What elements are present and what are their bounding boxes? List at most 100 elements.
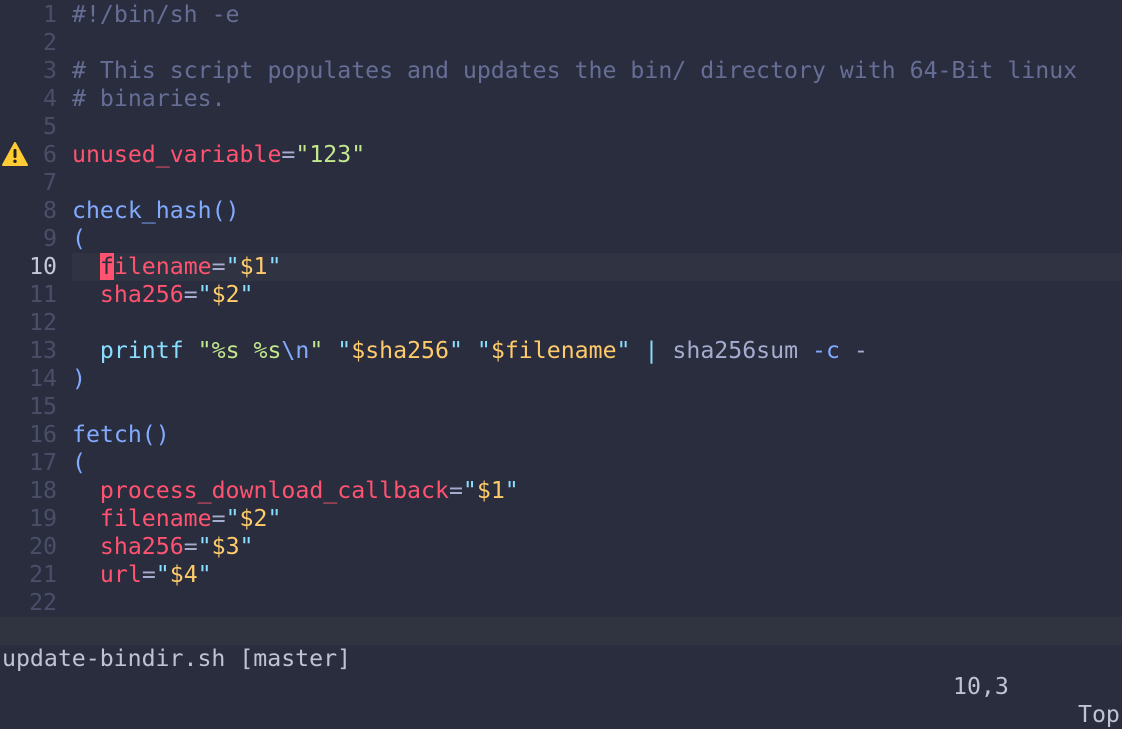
line-text[interactable]: fetch() [72,421,1122,449]
line-text[interactable]: ) [72,365,1122,393]
code-token: sha256sum [658,337,812,364]
code-token: ) [72,365,86,392]
code-token: sha256 [99,281,184,308]
code-token: #!/bin/sh -e [72,1,240,28]
line-number: 15 [29,393,57,420]
line-number: 13 [29,337,57,364]
line-number: 12 [29,309,57,336]
code-token: $1 [239,253,268,280]
editor-buffer[interactable]: 1 #!/bin/sh -e 2 3 # This script populates a… [0,1,1122,617]
line-number: 5 [43,113,57,140]
status-line: update-bindir.sh [master] 10,3 Top [0,617,1122,728]
line-text[interactable]: process_download_callback="$1" [72,477,1122,505]
line-text[interactable]: #!/bin/sh -e [72,1,1122,29]
code-token: unused_variable [72,141,282,168]
code-token: "123" [295,141,366,168]
line-number: 2 [43,29,57,56]
code-token: $4 [169,561,198,588]
code-line[interactable]: 17 ( [0,449,1122,477]
code-line[interactable]: 5 [0,113,1122,141]
line-text[interactable]: check_hash() [72,197,1122,225]
code-token: ilename [113,253,212,280]
code-token: = [183,533,198,560]
code-token: ( [72,449,86,476]
code-token: # binaries. [72,85,226,112]
line-text[interactable]: ( [72,225,1122,253]
line-number: 3 [43,57,57,84]
code-token: " [267,505,282,532]
code-line[interactable]: 21 url="$4" [0,561,1122,589]
code-token: " [155,561,170,588]
line-text[interactable]: filename="$1" [72,253,1122,281]
code-line[interactable]: 4 # binaries. [0,85,1122,113]
code-line[interactable]: 8 check_hash() [0,197,1122,225]
code-line[interactable]: 3 # This script populates and updates the… [0,57,1122,85]
code-line[interactable]: 11 sha256="$2" [0,281,1122,309]
code-token: $1 [476,477,505,504]
code-line[interactable]: 18 process_download_callback="$1" [0,477,1122,505]
line-text[interactable]: sha256="$3" [72,533,1122,561]
line-text[interactable] [72,29,1122,57]
code-token: " [462,477,477,504]
text-cursor: f [99,253,114,280]
code-line[interactable]: 1 #!/bin/sh -e [0,1,1122,29]
line-number: 1 [43,1,57,28]
code-token: $2 [211,281,240,308]
code-line[interactable]: 9( [0,225,1122,253]
code-line[interactable]: 6 unused_variable="123" [0,141,1122,169]
line-text[interactable]: ( [72,449,1122,477]
line-number: 4 [43,85,57,112]
code-token: = [183,281,198,308]
code-token: fetch() [72,421,170,448]
line-number: 18 [29,477,57,504]
line-text[interactable]: # binaries. [72,85,1122,113]
code-token: | [644,337,659,364]
line-text[interactable]: sha256="$2" [72,281,1122,309]
line-number: 6 [43,141,57,168]
code-token: " [197,561,212,588]
line-text[interactable]: # This script populates and updates the … [72,57,1122,85]
code-token: "%s %s [197,337,282,364]
code-line[interactable]: 2 [0,29,1122,57]
code-line[interactable]: 22 [0,589,1122,617]
code-token: " [225,505,240,532]
line-text[interactable] [72,589,1122,617]
code-line[interactable]: 16 fetch() [0,421,1122,449]
code-line[interactable]: 7 [0,169,1122,197]
line-text[interactable]: url="$4" [72,561,1122,589]
status-scroll-position: Top [1078,701,1120,728]
code-token: = [448,477,463,504]
line-text[interactable]: printf "%s %s\n" "$sha256" "$filename" |… [72,337,1122,365]
code-token: " [239,281,254,308]
status-cursor-position: 10,3 [953,673,1009,700]
code-token: = [281,141,296,168]
line-number: 21 [29,561,57,588]
line-text[interactable] [72,393,1122,421]
code-line[interactable]: 10 filename="$1" [0,253,1122,281]
code-line[interactable]: 15 [0,393,1122,421]
code-token: url [99,561,142,588]
line-text[interactable] [72,113,1122,141]
line-number: 17 [29,449,57,476]
code-line[interactable]: 13 printf "%s %s\n" "$sha256" "$filename… [0,337,1122,365]
line-text[interactable]: filename="$2" [72,505,1122,533]
line-text[interactable] [72,169,1122,197]
code-token: process_download_callback [99,477,449,504]
code-token: -c [812,337,840,364]
code-line[interactable]: 14) [0,365,1122,393]
line-number: 11 [29,281,57,308]
code-line[interactable]: 12 [0,309,1122,337]
code-token: " [197,281,212,308]
code-line[interactable]: 19 filename="$2" [0,505,1122,533]
line-text[interactable]: unused_variable="123" [72,141,1122,169]
line-text[interactable] [72,309,1122,337]
code-line[interactable]: 20 sha256="$3" [0,533,1122,561]
code-token: " [309,337,324,364]
